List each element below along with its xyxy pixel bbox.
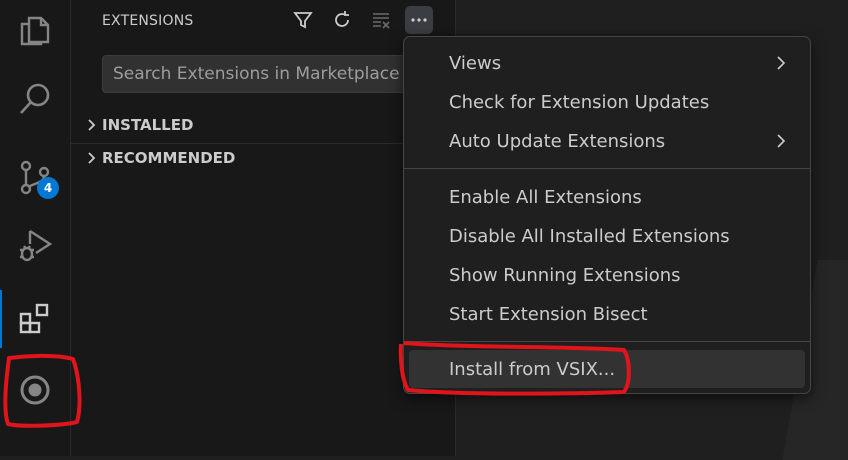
menu-item-label: Auto Update Extensions <box>449 130 666 152</box>
menu-item-enable-all[interactable]: Enable All Extensions <box>409 178 805 216</box>
chevron-right-icon <box>88 119 96 131</box>
menu-item-label: Start Extension Bisect <box>449 303 648 325</box>
menu-item-check-updates[interactable]: Check for Extension Updates <box>409 83 805 121</box>
refresh-icon[interactable] <box>328 6 356 34</box>
menu-item-label: Enable All Extensions <box>449 186 642 208</box>
section-recommended[interactable]: RECOMMENDED <box>81 145 451 171</box>
menu-item-start-bisect[interactable]: Start Extension Bisect <box>409 295 805 333</box>
extensions-search-input[interactable] <box>103 56 441 92</box>
section-installed-label: INSTALLED <box>102 116 194 134</box>
menu-item-disable-all[interactable]: Disable All Installed Extensions <box>409 217 805 255</box>
chevron-right-icon <box>777 134 786 148</box>
menu-separator <box>404 168 810 169</box>
more-actions-icon[interactable] <box>405 6 433 34</box>
sidebar-title: EXTENSIONS <box>102 13 194 29</box>
activity-bar: 4 <box>0 0 71 456</box>
menu-item-auto-update[interactable]: Auto Update Extensions <box>409 122 805 160</box>
search-icon[interactable] <box>0 70 70 128</box>
menu-separator <box>404 341 810 342</box>
run-debug-icon[interactable] <box>0 216 70 274</box>
menu-item-label: Check for Extension Updates <box>449 91 710 113</box>
menu-item-label: Show Running Extensions <box>449 264 681 286</box>
clear-icon[interactable] <box>367 6 395 34</box>
remote-copilot-icon[interactable] <box>0 361 70 419</box>
chevron-right-icon <box>88 152 96 164</box>
filter-icon[interactable] <box>289 6 317 34</box>
source-control-icon[interactable] <box>0 148 70 206</box>
section-installed[interactable]: INSTALLED <box>81 112 451 138</box>
menu-item-show-running[interactable]: Show Running Extensions <box>409 256 805 294</box>
explorer-icon[interactable] <box>0 2 70 60</box>
source-control-badge: 4 <box>37 177 59 199</box>
menu-item-views[interactable]: Views <box>409 44 805 82</box>
menu-item-install-vsix[interactable]: Install from VSIX... <box>409 350 805 388</box>
menu-item-label: Install from VSIX... <box>449 358 616 380</box>
extensions-icon[interactable] <box>0 290 70 348</box>
menu-item-label: Views <box>449 52 502 74</box>
section-recommended-label: RECOMMENDED <box>102 149 236 167</box>
menu-item-label: Disable All Installed Extensions <box>449 225 730 247</box>
more-actions-menu: Views Check for Extension Updates Auto U… <box>403 36 811 394</box>
divider <box>71 143 455 144</box>
extensions-sidebar: EXTENSIONS INSTALLED RECOMMENDED <box>71 0 456 456</box>
chevron-right-icon <box>777 56 786 70</box>
extensions-search-box <box>102 55 441 93</box>
